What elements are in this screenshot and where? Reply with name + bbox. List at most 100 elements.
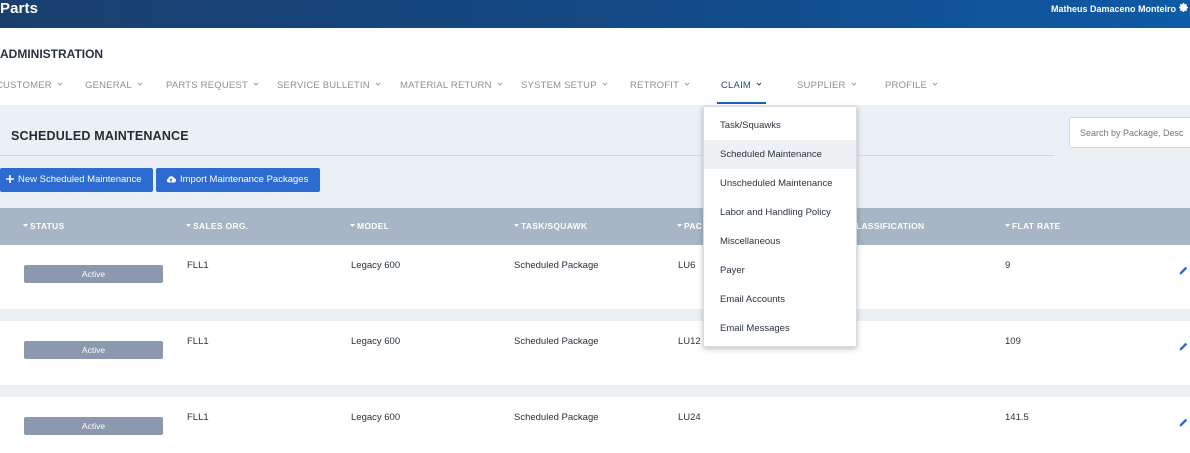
- nav-item-label: CLAIM: [721, 80, 752, 91]
- menu-item-email-messages[interactable]: Email Messages: [704, 314, 856, 343]
- cell-sales-org: FLL1: [187, 336, 209, 347]
- column-header-status[interactable]: STATUS: [23, 208, 65, 245]
- column-header-label: STATUS: [30, 221, 65, 231]
- nav-item-label: SERVICE BULLETIN: [277, 80, 370, 91]
- title-divider: [0, 155, 1055, 156]
- pencil-icon[interactable]: [1178, 265, 1189, 276]
- page-title: SCHEDULED MAINTENANCE: [11, 129, 189, 143]
- cell-model: Legacy 600: [351, 412, 401, 423]
- import-button-label: Import Maintenance Packages: [180, 174, 309, 185]
- table-row[interactable]: Active FLL1 Legacy 600 Scheduled Package…: [0, 397, 1190, 453]
- chevron-down-icon: [137, 82, 143, 86]
- new-scheduled-maintenance-button[interactable]: New Scheduled Maintenance: [0, 168, 153, 192]
- chevron-down-icon: [684, 82, 690, 86]
- column-header-label: MODEL: [357, 221, 390, 231]
- menu-item-payer[interactable]: Payer: [704, 256, 856, 285]
- column-header-label: PAC: [684, 221, 703, 231]
- chevron-down-icon: [851, 82, 856, 86]
- cell-model: Legacy 600: [351, 336, 401, 347]
- new-button-label: New Scheduled Maintenance: [18, 174, 142, 185]
- nav-item-label: PARTS REQUEST: [166, 80, 248, 91]
- chevron-down-icon: [497, 82, 503, 86]
- table-header: STATUS SALES ORG. MODEL TASK/SQUAWK PAC …: [0, 208, 1190, 245]
- caret-down-icon: [677, 224, 682, 227]
- column-header-label: SALES ORG.: [193, 221, 249, 231]
- search-input[interactable]: [1069, 117, 1190, 148]
- nav-item-claim[interactable]: CLAIM: [717, 76, 767, 104]
- table-row[interactable]: Active FLL1 Legacy 600 Scheduled Package…: [0, 245, 1190, 309]
- chevron-down-icon: [375, 82, 381, 86]
- user-name[interactable]: Matheus Damaceno Monteiro: [1051, 2, 1176, 16]
- column-header-label: FLAT RATE: [1012, 221, 1061, 231]
- nav-item-customer[interactable]: CUSTOMER: [0, 76, 63, 104]
- cell-sales-org: FLL1: [187, 260, 209, 271]
- cell-task-squawk: Scheduled Package: [514, 412, 599, 423]
- chevron-down-icon: [932, 82, 938, 86]
- chevron-down-icon: [602, 82, 608, 86]
- column-header-package[interactable]: PAC: [677, 208, 702, 245]
- chevron-down-icon: [57, 82, 63, 86]
- nav-item-label: CUSTOMER: [0, 80, 52, 91]
- cell-model: Legacy 600: [351, 260, 401, 271]
- cell-task-squawk: Scheduled Package: [514, 260, 599, 271]
- menu-item-scheduled-maintenance[interactable]: Scheduled Maintenance: [704, 140, 856, 169]
- nav-item-general[interactable]: GENERAL: [85, 76, 143, 104]
- cell-task-squawk: Scheduled Package: [514, 336, 599, 347]
- column-header-label: TASK/SQUAWK: [521, 221, 588, 231]
- nav-item-service-bulletin[interactable]: SERVICE BULLETIN: [277, 76, 381, 104]
- nav-item-supplier[interactable]: SUPPLIER: [797, 76, 857, 104]
- menu-item-unscheduled-maintenance[interactable]: Unscheduled Maintenance: [704, 169, 856, 198]
- column-header-classification[interactable]: LASSIFICATION: [856, 208, 924, 245]
- cell-flat-rate: 109: [1005, 336, 1021, 347]
- import-maintenance-packages-button[interactable]: Import Maintenance Packages: [156, 168, 320, 192]
- content-panel: SCHEDULED MAINTENANCE New Scheduled Main…: [0, 105, 1190, 453]
- cell-flat-rate: 9: [1005, 260, 1011, 271]
- column-header-model[interactable]: MODEL: [350, 208, 389, 245]
- menu-item-task-squawks[interactable]: Task/Squawks: [704, 111, 856, 140]
- column-header-flat-rate[interactable]: FLAT RATE: [1005, 208, 1061, 245]
- nav-item-retrofit[interactable]: RETROFIT: [630, 76, 690, 104]
- caret-down-icon: [1005, 224, 1010, 227]
- caret-down-icon: [350, 224, 355, 227]
- caret-down-icon: [186, 224, 191, 227]
- nav-item-label: PROFILE: [885, 80, 928, 91]
- cloud-upload-icon: [166, 176, 177, 183]
- app-title: Parts: [0, 0, 39, 17]
- admin-nav: CUSTOMER GENERAL PARTS REQUEST SERVICE B…: [0, 76, 1190, 104]
- nav-item-label: SUPPLIER: [797, 80, 846, 91]
- cell-sales-org: FLL1: [187, 412, 209, 423]
- nav-item-material-return[interactable]: MATERIAL RETURN: [400, 76, 503, 104]
- nav-item-label: RETROFIT: [630, 80, 680, 91]
- status-badge: Active: [24, 341, 163, 359]
- cell-package: LU6: [678, 260, 696, 271]
- nav-item-parts-request[interactable]: PARTS REQUEST: [166, 76, 259, 104]
- chevron-down-icon: [253, 82, 259, 86]
- nav-item-label: SYSTEM SETUP: [521, 80, 597, 91]
- caret-down-icon: [514, 224, 519, 227]
- column-header-label: LASSIFICATION: [856, 221, 925, 231]
- gear-icon[interactable]: [1178, 2, 1189, 13]
- status-badge: Active: [24, 265, 163, 283]
- nav-item-label: GENERAL: [85, 80, 132, 91]
- menu-item-labor-handling-policy[interactable]: Labor and Handling Policy: [704, 198, 856, 227]
- plus-icon: [6, 175, 14, 183]
- pencil-icon[interactable]: [1178, 341, 1189, 352]
- chevron-down-icon: [756, 82, 762, 86]
- admin-heading: ADMINISTRATION: [0, 47, 104, 61]
- cell-flat-rate: 141.5: [1005, 412, 1029, 423]
- table-row[interactable]: Active FLL1 Legacy 600 Scheduled Package…: [0, 321, 1190, 385]
- menu-item-miscellaneous[interactable]: Miscellaneous: [704, 227, 856, 256]
- menu-item-email-accounts[interactable]: Email Accounts: [704, 285, 856, 314]
- cell-package: LU24: [678, 412, 701, 423]
- claim-dropdown-menu: Task/Squawks Scheduled Maintenance Unsch…: [703, 106, 857, 347]
- status-badge: Active: [24, 417, 163, 435]
- caret-down-icon: [23, 224, 28, 227]
- column-header-task-squawk[interactable]: TASK/SQUAWK: [514, 208, 587, 245]
- pencil-icon[interactable]: [1178, 417, 1189, 428]
- nav-item-label: MATERIAL RETURN: [400, 80, 492, 91]
- cell-package: LU12: [678, 336, 701, 347]
- column-header-sales-org[interactable]: SALES ORG.: [186, 208, 248, 245]
- top-bar: Parts Matheus Damaceno Monteiro: [0, 0, 1190, 28]
- nav-item-profile[interactable]: PROFILE: [885, 76, 938, 104]
- nav-item-system-setup[interactable]: SYSTEM SETUP: [521, 76, 608, 104]
